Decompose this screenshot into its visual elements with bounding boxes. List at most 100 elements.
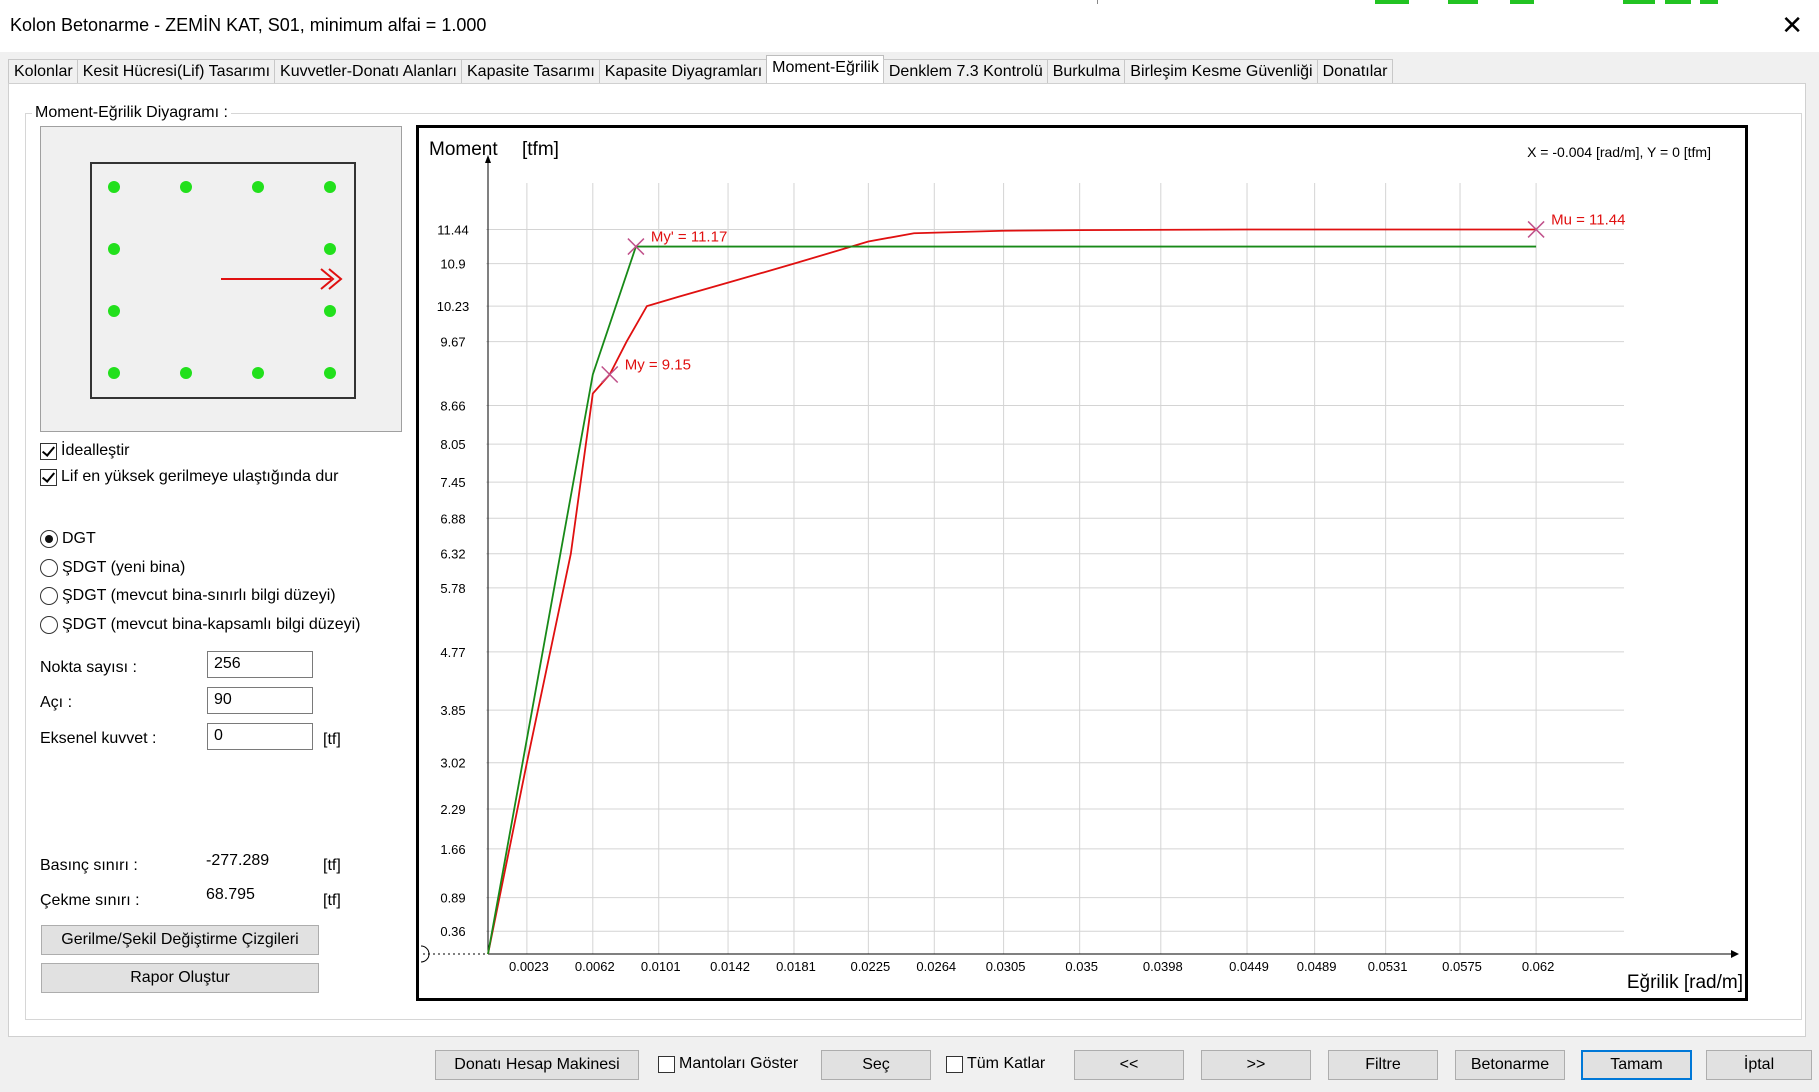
x-tick-label: 0.0531 <box>1368 959 1408 974</box>
section-preview <box>40 126 402 432</box>
y-tick-label: 8.05 <box>440 437 465 452</box>
axial-input[interactable]: 0 <box>207 723 313 750</box>
tab-burkulma[interactable]: Burkulma <box>1046 59 1126 85</box>
rebar-dot <box>252 367 264 379</box>
stop-checkbox[interactable]: Lif en yüksek gerilmeye ulaştığında dur <box>40 468 338 486</box>
previous-button[interactable]: << <box>1074 1050 1184 1080</box>
tab-kapasite-diyagramlari[interactable]: Kapasite Diyagramları <box>598 59 768 85</box>
checkbox-box[interactable] <box>946 1055 963 1073</box>
rebar-dot <box>108 305 120 317</box>
tab-denklem[interactable]: Denklem 7.3 Kontrolü <box>882 59 1048 85</box>
filter-button[interactable]: Filtre <box>1328 1050 1438 1080</box>
y-tick-label: 10.9 <box>440 257 465 272</box>
concrete-button[interactable]: Betonarme <box>1455 1050 1565 1080</box>
radio-label: ŞDGT (mevcut bina-sınırlı bilgi düzeyi) <box>62 587 336 604</box>
y-tick-label: 10.23 <box>437 299 470 314</box>
background-strip <box>1665 0 1691 4</box>
cursor-readout: X = -0.004 [rad/m], Y = 0 [tfm] <box>1527 144 1711 160</box>
radio-label: ŞDGT (mevcut bina-kapsamlı bilgi düzeyi) <box>62 616 361 633</box>
cancel-button[interactable]: İptal <box>1706 1050 1812 1080</box>
stress-strain-button[interactable]: Gerilme/Şekil Değiştirme Çizgileri <box>41 925 319 955</box>
next-button[interactable]: >> <box>1201 1050 1311 1080</box>
axial-label: Eksenel kuvvet : <box>40 730 157 747</box>
compression-label: Basınç sınırı : <box>40 857 138 874</box>
idealize-checkbox[interactable]: İdealleştir <box>40 442 129 460</box>
y-tick-label: 6.32 <box>440 547 465 562</box>
radio-circle[interactable] <box>40 587 58 605</box>
x-tick-label: 0.0181 <box>776 959 816 974</box>
stop-label: Lif en yüksek gerilmeye ulaştığında dur <box>61 468 339 485</box>
ok-button[interactable]: Tamam <box>1581 1050 1692 1080</box>
x-axis-title: Eğrilik [rad/m] <box>1627 972 1743 993</box>
rebar-dot <box>108 181 120 193</box>
tension-value: 68.795 <box>206 886 255 903</box>
point-annotation: My = 9.15 <box>625 357 691 374</box>
angle-input[interactable]: 90 <box>207 687 313 714</box>
idealized-series <box>487 245 1537 955</box>
x-tick-label: 0.0101 <box>641 959 681 974</box>
rebar-dot <box>252 181 264 193</box>
point-annotation: Mu = 11.44 <box>1551 211 1625 228</box>
report-button[interactable]: Rapor Oluştur <box>41 963 319 993</box>
tab-moment-egrilik[interactable]: Moment-Eğrilik <box>766 55 884 86</box>
y-axis-unit: [tfm] <box>522 139 559 160</box>
tab-kapasite-tasarimi[interactable]: Kapasite Tasarımı <box>461 59 600 85</box>
background-strip <box>1510 0 1534 4</box>
y-axis-title: Moment <box>429 139 498 160</box>
chart-canvas[interactable]: 0.36 0.89 1.66 2.29 3.02 3.85 4.77 5.78 6.32 6.88… <box>419 128 1745 998</box>
all-floors-checkbox[interactable]: Tüm Katlar <box>946 1055 1045 1073</box>
radio-label: ŞDGT (yeni bina) <box>62 559 186 576</box>
y-tick-label: 3.85 <box>440 703 465 718</box>
rebar-dot <box>180 181 192 193</box>
tab-kolonlar[interactable]: Kolonlar <box>8 59 78 85</box>
show-jackets-checkbox[interactable]: Mantoları Göster <box>658 1055 798 1073</box>
y-tick-label: 3.02 <box>440 756 465 771</box>
axial-unit: [tf] <box>323 731 341 748</box>
tab-kesit-hucresi[interactable]: Kesit Hücresi(Lif) Tasarımı <box>76 59 276 85</box>
x-tick-label: 0.0142 <box>710 959 750 974</box>
checkbox-box[interactable] <box>40 442 57 460</box>
radio-circle[interactable] <box>40 559 58 577</box>
rebar-dot <box>108 367 120 379</box>
x-tick-label: 0.0449 <box>1229 959 1269 974</box>
close-icon[interactable]: ✕ <box>1781 10 1803 41</box>
section-drawing <box>108 181 343 379</box>
tab-kuvvetler[interactable]: Kuvvetler-Donatı Alanları <box>274 59 462 85</box>
y-tick-label: 11.44 <box>437 222 469 237</box>
show-jackets-label: Mantoları Göster <box>679 1055 799 1072</box>
background-strip <box>1097 0 1098 4</box>
window-title: Kolon Betonarme - ZEMİN KAT, S01, minimu… <box>10 15 487 35</box>
rebar-dot <box>324 243 336 255</box>
compression-unit: [tf] <box>323 857 341 874</box>
radio-sdgt-new[interactable]: ŞDGT (yeni bina) <box>40 559 185 577</box>
x-axis-arrow-icon <box>1731 950 1739 958</box>
select-button[interactable]: Seç <box>821 1050 931 1080</box>
tension-unit: [tf] <box>323 892 341 909</box>
y-tick-label: 6.88 <box>440 511 465 526</box>
title-bar: Kolon Betonarme - ZEMİN KAT, S01, minimu… <box>0 0 1819 52</box>
moment-curvature-chart[interactable]: 0.36 0.89 1.66 2.29 3.02 3.85 4.77 5.78 6.32 6.88… <box>416 125 1748 1001</box>
checkbox-box[interactable] <box>40 468 57 486</box>
radio-circle[interactable] <box>40 530 58 548</box>
y-tick-label: 5.78 <box>440 581 465 596</box>
checkbox-box[interactable] <box>658 1055 675 1073</box>
background-strip <box>1448 0 1478 4</box>
x-tick-label: 0.0062 <box>575 959 615 974</box>
x-tick-label: 0.0398 <box>1143 959 1183 974</box>
rebar-dot <box>324 367 336 379</box>
idealize-label: İdealleştir <box>61 442 130 459</box>
radio-circle[interactable] <box>40 616 58 634</box>
radio-sdgt-limited[interactable]: ŞDGT (mevcut bina-sınırlı bilgi düzeyi) <box>40 587 336 605</box>
x-tick-label: 0.0264 <box>916 959 956 974</box>
y-tick-label: 9.67 <box>440 335 465 350</box>
y-tick-label: 0.89 <box>440 891 465 906</box>
x-tick-label: 0.0575 <box>1442 959 1482 974</box>
rebar-calculator-button[interactable]: Donatı Hesap Makinesi <box>435 1050 639 1080</box>
y-tick-label: 8.66 <box>440 399 465 414</box>
tab-birlesim[interactable]: Birleşim Kesme Güvenliği <box>1124 59 1318 85</box>
x-tick-label: 0.0023 <box>509 959 549 974</box>
tab-donatilar[interactable]: Donatılar <box>1316 59 1393 85</box>
points-input[interactable]: 256 <box>207 651 313 678</box>
radio-dgt[interactable]: DGT <box>40 530 96 548</box>
radio-sdgt-full[interactable]: ŞDGT (mevcut bina-kapsamlı bilgi düzeyi) <box>40 616 360 634</box>
